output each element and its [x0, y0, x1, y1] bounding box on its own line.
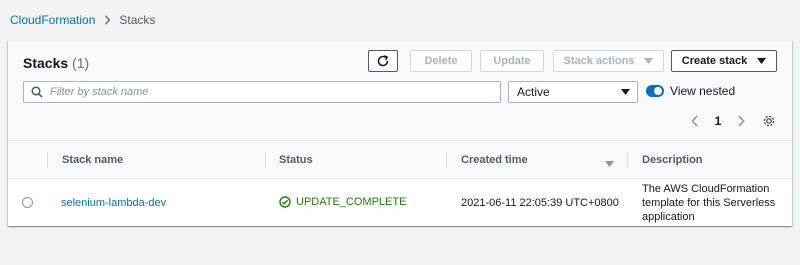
search-icon: [24, 86, 50, 98]
caret-down-icon: [644, 58, 654, 64]
delete-button[interactable]: Delete: [410, 50, 472, 72]
stack-filter-box: [23, 81, 501, 103]
chevron-right-icon: [104, 15, 111, 25]
column-header-created-time[interactable]: Created time: [461, 154, 528, 166]
column-divider: [47, 152, 48, 168]
column-header-status[interactable]: Status: [279, 154, 313, 166]
breadcrumb-cloudformation-link[interactable]: CloudFormation: [10, 13, 95, 27]
refresh-button[interactable]: [368, 50, 398, 72]
update-button[interactable]: Update: [480, 50, 544, 72]
row-select-radio[interactable]: [22, 197, 33, 208]
refresh-icon: [377, 55, 389, 67]
stack-actions-button[interactable]: Stack actions: [553, 50, 664, 72]
column-divider: [446, 152, 447, 168]
view-nested-toggle[interactable]: [646, 85, 664, 97]
caret-down-icon: [621, 89, 630, 95]
column-divider: [265, 152, 266, 168]
stacks-panel: Stacks (1) Delete Update Stack actions C…: [8, 40, 792, 226]
stack-status: UPDATE_COMPLETE: [279, 196, 406, 208]
status-filter-value: Active: [517, 85, 550, 99]
create-stack-label: Create stack: [681, 55, 748, 67]
stack-filter-input[interactable]: [50, 86, 500, 98]
status-success-icon: [279, 196, 291, 208]
panel-title-text: Stacks: [23, 55, 69, 71]
stack-description: The AWS CloudFormation template for this…: [642, 183, 776, 223]
current-page-number[interactable]: 1: [709, 114, 727, 128]
panel-title: Stacks (1): [23, 55, 89, 71]
sort-caret-icon[interactable]: [605, 156, 614, 170]
column-divider: [627, 152, 628, 168]
created-time: 2021-06-11 22:05:39 UTC+0800: [461, 197, 619, 209]
table-row: selenium-lambda-dev UPDATE_COMPLETE 2021…: [8, 180, 792, 227]
stack-actions-label: Stack actions: [563, 55, 635, 67]
stack-name-link[interactable]: selenium-lambda-dev: [61, 197, 166, 209]
view-nested-control: View nested: [646, 84, 735, 98]
chevron-right-icon: [738, 115, 745, 127]
stack-status-text: UPDATE_COMPLETE: [296, 196, 407, 208]
create-stack-button[interactable]: Create stack: [671, 50, 777, 72]
toggle-knob: [654, 87, 662, 95]
caret-down-icon: [757, 58, 767, 64]
status-filter-select[interactable]: Active: [508, 81, 638, 103]
column-header-description[interactable]: Description: [642, 154, 703, 166]
panel-header: Stacks (1) Delete Update Stack actions C…: [8, 41, 792, 141]
chevron-left-icon: [691, 115, 698, 127]
settings-gear-icon: [763, 115, 775, 127]
view-nested-label: View nested: [670, 84, 736, 98]
previous-page-button[interactable]: [686, 112, 704, 130]
table-preferences-button[interactable]: [760, 112, 778, 130]
column-header-stack-name[interactable]: Stack name: [62, 154, 123, 166]
next-page-button[interactable]: [732, 112, 750, 130]
breadcrumb: CloudFormation Stacks: [10, 13, 155, 27]
pagination: 1: [686, 112, 750, 130]
breadcrumb-current: Stacks: [119, 13, 156, 27]
stack-count: (1): [72, 55, 90, 71]
